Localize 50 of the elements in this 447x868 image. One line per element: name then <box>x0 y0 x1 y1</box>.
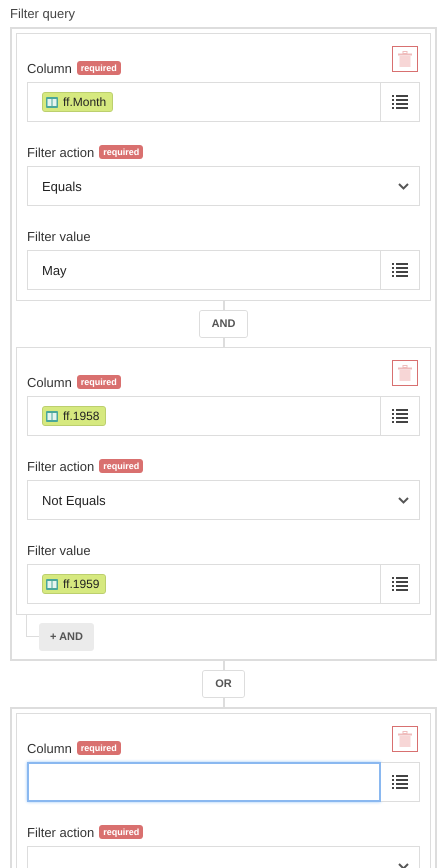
column-chip: ff.Month <box>42 92 114 112</box>
trash-icon <box>398 731 412 747</box>
field-label: Filter action <box>27 824 94 840</box>
delete-button[interactable] <box>392 46 418 72</box>
chevron-down-icon <box>398 496 409 504</box>
column-chip: ff.1958 <box>42 406 106 426</box>
list-button[interactable] <box>381 564 420 604</box>
input-field[interactable] <box>27 762 381 802</box>
input-field[interactable]: ff.1958 <box>27 396 381 436</box>
list-icon <box>392 409 408 423</box>
list-button[interactable] <box>381 396 420 436</box>
joiner-button[interactable]: AND <box>198 310 248 338</box>
trash-icon <box>398 51 412 67</box>
list-icon <box>392 775 408 789</box>
section-title: Filter query <box>10 6 76 21</box>
trash-icon <box>398 365 412 381</box>
list-icon <box>392 577 408 591</box>
field-label: Column <box>27 740 72 756</box>
field-label: Filter value <box>27 228 91 244</box>
delete-button[interactable] <box>392 360 418 386</box>
field-label: Column <box>27 60 72 76</box>
book-icon <box>46 410 58 422</box>
required-badge: required <box>76 61 121 75</box>
dropdown[interactable]: Equals <box>27 166 420 206</box>
input-field[interactable]: ff.Month <box>27 82 381 122</box>
input-field[interactable]: ff.1959 <box>27 564 381 604</box>
dropdown[interactable]: Not Equals <box>27 480 420 520</box>
required-badge: required <box>76 741 121 755</box>
required-badge: required <box>99 825 144 839</box>
field-label: Column <box>27 374 72 390</box>
column-chip: ff.1959 <box>42 574 106 594</box>
list-button[interactable] <box>381 762 420 802</box>
joiner-button[interactable]: OR <box>202 670 245 698</box>
delete-button[interactable] <box>392 726 418 752</box>
chevron-down-icon <box>398 182 409 190</box>
field-label: Filter action <box>27 144 94 160</box>
list-icon <box>392 95 408 109</box>
required-badge: required <box>99 459 144 473</box>
required-badge: required <box>99 145 144 159</box>
book-icon <box>46 96 58 108</box>
field-label: Filter action <box>27 458 94 474</box>
input-field[interactable]: May <box>27 250 381 290</box>
list-icon <box>392 263 408 277</box>
chevron-down-icon <box>398 862 409 868</box>
required-badge: required <box>76 375 121 389</box>
list-button[interactable] <box>381 82 420 122</box>
list-button[interactable] <box>381 250 420 290</box>
book-icon <box>46 578 58 590</box>
add-and-button[interactable]: + AND <box>39 623 94 651</box>
field-label: Filter value <box>27 542 91 558</box>
